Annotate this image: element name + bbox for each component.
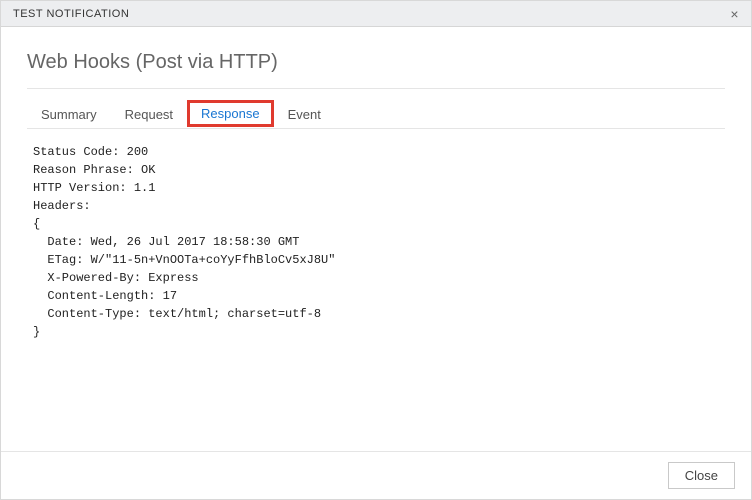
close-button[interactable]: Close bbox=[668, 462, 735, 489]
tab-response[interactable]: Response bbox=[187, 100, 274, 127]
tab-bar: Summary Request Response Event bbox=[27, 101, 725, 129]
tab-request[interactable]: Request bbox=[111, 101, 187, 128]
dialog-footer: Close bbox=[1, 451, 751, 499]
tab-summary[interactable]: Summary bbox=[27, 101, 111, 128]
window-title: TEST NOTIFICATION bbox=[13, 8, 129, 20]
tab-event[interactable]: Event bbox=[274, 101, 335, 128]
page-title: Web Hooks (Post via HTTP) bbox=[27, 51, 725, 74]
divider bbox=[27, 88, 725, 89]
close-icon[interactable]: × bbox=[726, 5, 743, 23]
response-body: Status Code: 200 Reason Phrase: OK HTTP … bbox=[27, 129, 725, 355]
dialog-content: Web Hooks (Post via HTTP) Summary Reques… bbox=[1, 27, 751, 355]
title-bar: TEST NOTIFICATION × bbox=[1, 1, 751, 27]
